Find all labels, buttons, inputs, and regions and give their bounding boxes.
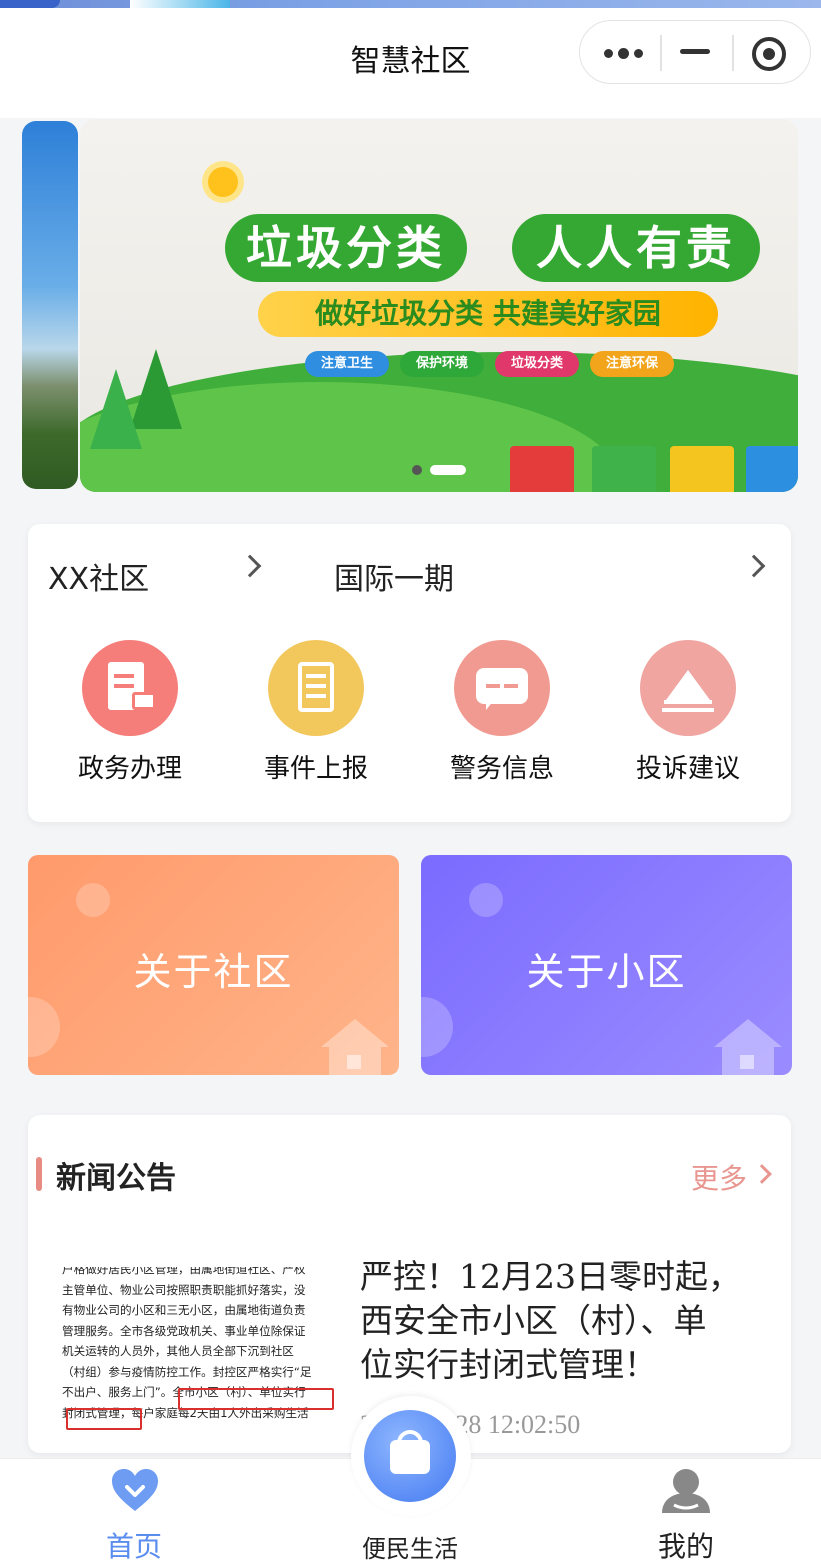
- shopping-bag-icon: [390, 1440, 430, 1474]
- about-estate-tile[interactable]: 关于小区: [421, 855, 792, 1075]
- convenience-life-button[interactable]: [364, 1410, 456, 1502]
- service-police-info[interactable]: 警务信息: [422, 640, 582, 785]
- banner-tag: 垃圾分类: [495, 351, 579, 377]
- banner-previous-slide[interactable]: [22, 121, 78, 489]
- miniprogram-capsule: [579, 20, 811, 84]
- status-graphic: [130, 0, 230, 8]
- section-title: 新闻公告: [56, 1161, 176, 1196]
- house-icon: [321, 1019, 389, 1075]
- chevron-right-icon[interactable]: [752, 1164, 772, 1184]
- heart-icon: [112, 1469, 158, 1511]
- carousel-dot[interactable]: [412, 464, 422, 475]
- banner-tag: 注意卫生: [305, 351, 389, 377]
- house-icon: [714, 1019, 782, 1075]
- banner-title-right: 人人有责: [512, 214, 760, 282]
- tree-icon: [90, 369, 142, 449]
- service-label: 事件上报: [263, 754, 368, 784]
- banner-title-left: 垃圾分类: [225, 214, 467, 282]
- tab-me[interactable]: 我的: [586, 1459, 786, 1565]
- document-stamp-icon: [82, 640, 178, 736]
- section-accent-bar: [36, 1157, 42, 1191]
- status-graphic: [0, 0, 60, 8]
- chevron-right-icon[interactable]: [238, 554, 262, 578]
- highlight-box: [66, 1408, 142, 1430]
- banner-subtitle: 做好垃圾分类 共建美好家园: [258, 291, 718, 337]
- chevron-right-icon[interactable]: [742, 554, 766, 578]
- tab-home[interactable]: 首页: [34, 1459, 234, 1565]
- carousel-dot-active[interactable]: [430, 464, 466, 475]
- news-headline[interactable]: 严控！12月23日零时起， 西安全市小区（村）、单 位实行封闭式管理！: [360, 1255, 760, 1387]
- navigation-bar: 智慧社区: [0, 8, 821, 118]
- banner-tag: 保护环境: [400, 351, 484, 377]
- tile-label: 关于小区: [526, 950, 687, 994]
- sun-icon: [208, 167, 238, 197]
- service-label: 政务办理: [77, 754, 182, 784]
- news-thumbnail[interactable]: 户格做好居民小区管理，由属地街道社区、产权 主管单位、物业公司按照职责职能抓好落…: [62, 1267, 336, 1430]
- more-link[interactable]: 更多: [691, 1157, 747, 1197]
- service-label: 警务信息: [449, 754, 554, 784]
- service-event-report[interactable]: 事件上报: [236, 640, 396, 785]
- envelope-icon: [640, 640, 736, 736]
- highlight-box: [178, 1388, 334, 1410]
- more-icon[interactable]: [602, 41, 644, 65]
- banner-tag: 注意环保: [590, 351, 674, 377]
- tab-label: 我的: [657, 1530, 714, 1563]
- report-doc-icon: [268, 640, 364, 736]
- estate-selector[interactable]: 国际一期: [334, 554, 454, 598]
- user-icon: [662, 1469, 710, 1513]
- minimize-icon[interactable]: [680, 49, 710, 54]
- chat-bubble-icon: [454, 640, 550, 736]
- service-complaint[interactable]: 投诉建议: [608, 640, 768, 785]
- carousel-indicator: [80, 459, 798, 478]
- tile-label: 关于社区: [133, 950, 294, 994]
- service-gov-affairs[interactable]: 政务办理: [50, 640, 210, 785]
- status-bar: [0, 0, 821, 8]
- tab-label: 首页: [105, 1530, 162, 1563]
- close-icon[interactable]: [752, 37, 786, 71]
- community-selector[interactable]: XX社区: [48, 554, 149, 598]
- about-community-tile[interactable]: 关于社区: [28, 855, 399, 1075]
- banner-carousel[interactable]: 垃圾分类 人人有责 做好垃圾分类 共建美好家园 注意卫生 保护环境 垃圾分类 注…: [80, 119, 798, 492]
- service-card: XX社区 国际一期 政务办理 事件上报 警务信息 投诉建议: [28, 524, 791, 822]
- service-label: 投诉建议: [635, 754, 740, 784]
- tab-label: 便民生活: [362, 1535, 458, 1563]
